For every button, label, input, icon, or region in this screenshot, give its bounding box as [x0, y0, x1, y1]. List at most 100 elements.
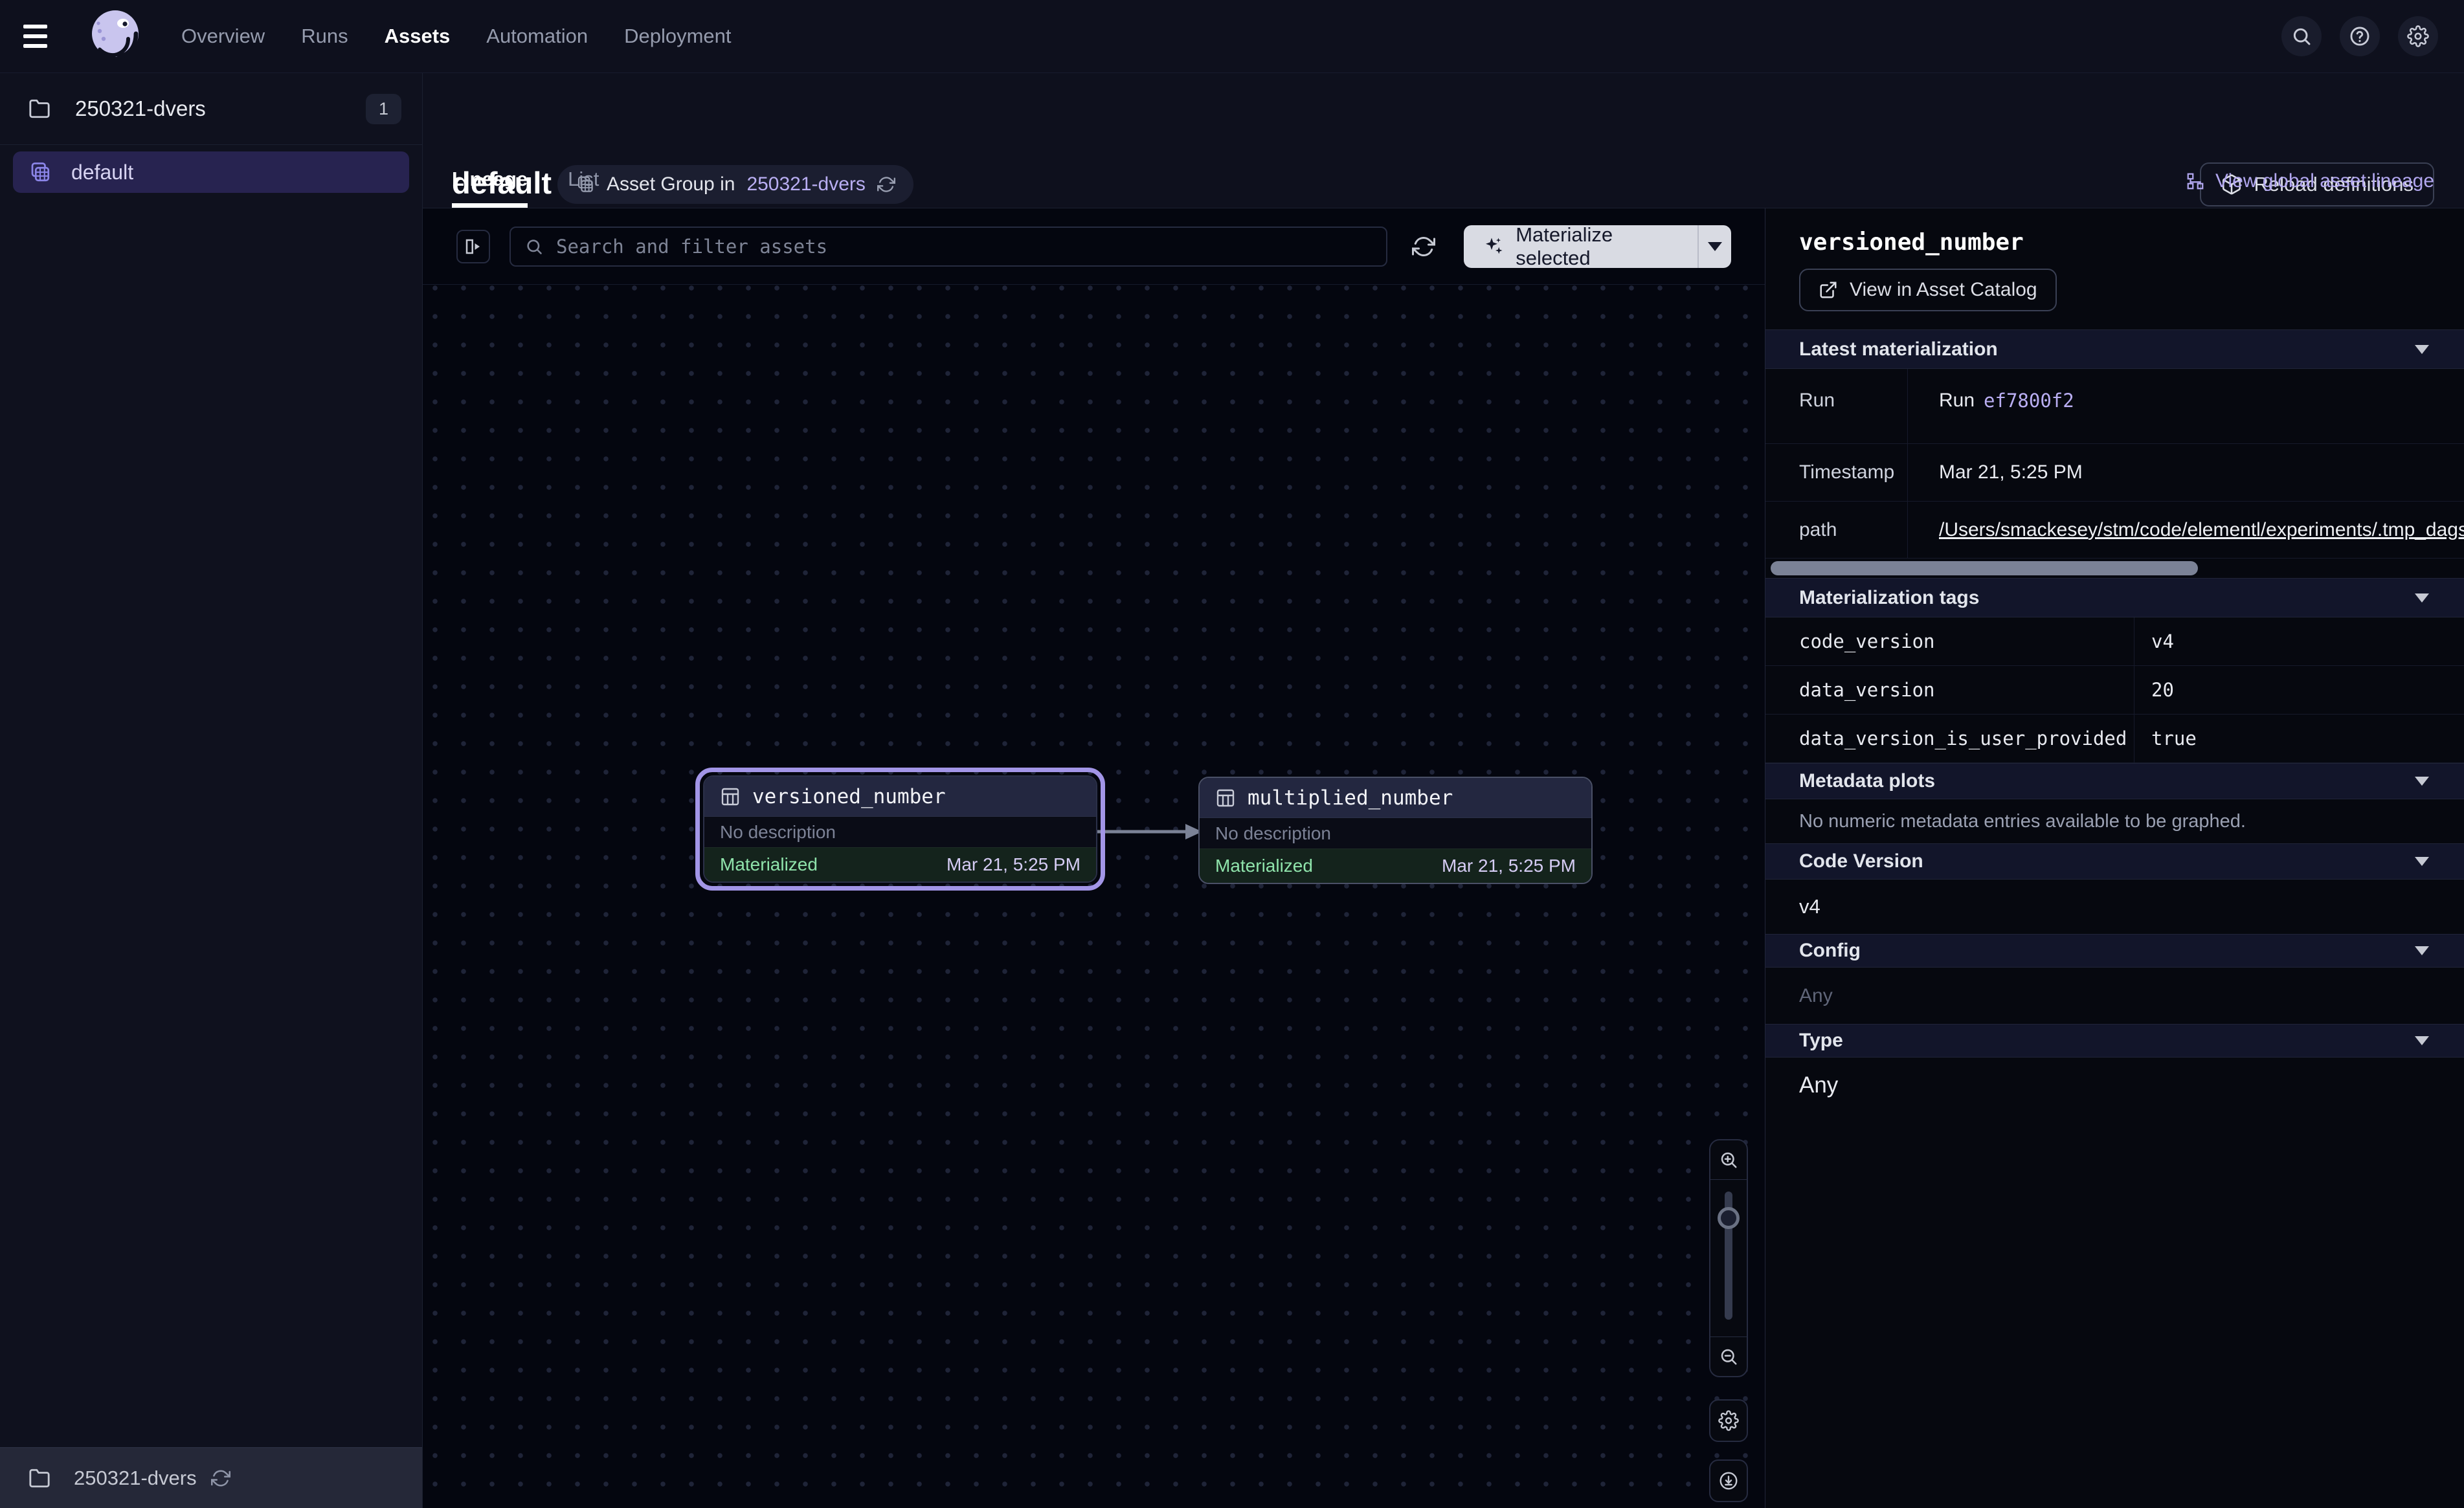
sidebar-item-default[interactable]: default [13, 151, 409, 193]
settings-button[interactable] [2398, 16, 2438, 56]
hamburger-menu-icon[interactable] [0, 0, 71, 72]
lineage-canvas[interactable]: versioned_number No description Material… [423, 285, 1765, 1508]
chevron-down-icon [2415, 857, 2429, 866]
section-heading: Type [1799, 1030, 1843, 1052]
nav-assets[interactable]: Assets [385, 25, 451, 48]
nav-overview[interactable]: Overview [181, 25, 265, 48]
zoom-in-button[interactable] [1710, 1140, 1747, 1179]
download-icon [1718, 1470, 1739, 1491]
dagster-logo [84, 5, 146, 67]
refresh-icon[interactable] [877, 175, 895, 194]
expand-panel-button[interactable] [456, 230, 490, 263]
section-config[interactable]: Config [1765, 934, 2464, 968]
node-status-row: Materialized Mar 21, 5:25 PM [704, 847, 1096, 882]
node-header: multiplied_number [1200, 778, 1591, 818]
type-value: Any [1799, 1072, 1838, 1098]
run-id-link[interactable]: ef7800f2 [1984, 390, 2074, 412]
panel-expand-icon [464, 237, 483, 256]
tab-lineage[interactable]: Lineage [452, 168, 528, 208]
materialize-selected-button[interactable]: Materialize selected [1464, 225, 1731, 268]
zoom-out-icon [1719, 1347, 1738, 1366]
help-button[interactable] [2340, 16, 2380, 56]
materialize-dropdown-button[interactable] [1699, 225, 1731, 268]
horizontal-scrollbar [1765, 559, 2464, 578]
row-label: Run [1765, 369, 1908, 443]
refresh-icon[interactable] [211, 1469, 230, 1488]
nav-deployment[interactable]: Deployment [624, 25, 731, 48]
section-heading: Config [1799, 940, 1861, 962]
tag-row: data_version 20 [1765, 666, 2464, 715]
refresh-graph-button[interactable] [1407, 230, 1440, 263]
search-button[interactable] [2281, 16, 2322, 56]
view-global-asset-lineage-link[interactable]: View global asset lineage [2186, 170, 2434, 192]
path-link[interactable]: /Users/smackesey/stm/code/elementl/exper… [1939, 519, 2464, 541]
zoom-out-button[interactable] [1710, 1337, 1747, 1376]
metadata-plots-body: No numeric metadata entries available to… [1765, 799, 2464, 843]
code-version-value: v4 [1799, 895, 1820, 918]
section-materialization-tags[interactable]: Materialization tags [1765, 578, 2464, 617]
config-value: Any [1799, 985, 1833, 1007]
top-nav: Overview Runs Assets Automation Deployme… [0, 0, 2464, 73]
nav-runs[interactable]: Runs [301, 25, 348, 48]
page-header: default Asset Group in 250321-dvers Relo… [423, 73, 2464, 208]
view-in-asset-catalog-button[interactable]: View in Asset Catalog [1799, 269, 2057, 311]
tab-list[interactable]: List [568, 168, 599, 208]
gear-icon [1718, 1410, 1739, 1431]
section-code-version[interactable]: Code Version [1765, 843, 2464, 880]
materialized-badge: Materialized [720, 854, 818, 875]
asset-search-box [510, 227, 1387, 267]
search-icon [525, 238, 543, 256]
search-input[interactable] [555, 235, 1372, 258]
section-latest-materialization[interactable]: Latest materialization [1765, 329, 2464, 369]
dagster-app: Overview Runs Assets Automation Deployme… [0, 0, 2464, 1508]
sidebar-footer-repo[interactable]: 250321-dvers [0, 1447, 422, 1508]
folder-icon [28, 1467, 50, 1489]
section-metadata-plots[interactable]: Metadata plots [1765, 763, 2464, 799]
table-row: Timestamp Mar 21, 5:25 PM [1765, 444, 2464, 502]
section-heading: Latest materialization [1799, 338, 1998, 360]
code-version-body: v4 [1765, 880, 2464, 934]
table-icon [720, 786, 741, 807]
empty-state-text: No numeric metadata entries available to… [1799, 811, 2246, 832]
chevron-down-icon [2415, 946, 2429, 955]
zoom-slider-thumb[interactable] [1718, 1207, 1740, 1229]
download-image-button[interactable] [1709, 1459, 1748, 1502]
asset-node-versioned-number[interactable]: versioned_number No description Material… [703, 775, 1097, 883]
tag-key: data_version [1765, 666, 2134, 714]
repo-count-badge: 1 [366, 94, 401, 124]
chevron-down-icon [2415, 1036, 2429, 1045]
chevron-down-icon [2415, 345, 2429, 354]
tag-row: code_version v4 [1765, 617, 2464, 666]
search-icon [2291, 26, 2312, 47]
chevron-down-icon [1708, 242, 1722, 251]
group-list: default [0, 145, 422, 1447]
asset-group-badge[interactable]: Asset Group in 250321-dvers [557, 165, 913, 204]
badge-repo-link[interactable]: 250321-dvers [746, 173, 865, 195]
refresh-icon [1412, 235, 1435, 258]
materialize-selected-label: Materialize selected [1516, 225, 1679, 268]
type-body: Any [1765, 1058, 2464, 1113]
help-icon [2349, 25, 2371, 47]
tag-value: true [2134, 715, 2464, 762]
section-type[interactable]: Type [1765, 1024, 2464, 1058]
top-nav-actions [2281, 16, 2464, 56]
node-description: No description [1200, 818, 1591, 848]
section-heading: Materialization tags [1799, 587, 1979, 609]
row-label: Timestamp [1765, 444, 1908, 501]
asset-node-multiplied-number[interactable]: multiplied_number No description Materia… [1198, 777, 1593, 884]
view-in-asset-catalog-label: View in Asset Catalog [1850, 279, 2037, 301]
zoom-slider[interactable] [1710, 1179, 1747, 1337]
zoom-controls [1709, 1139, 1748, 1377]
graph-settings-button[interactable] [1709, 1399, 1748, 1442]
primary-nav: Overview Runs Assets Automation Deployme… [181, 25, 732, 48]
repo-name: 250321-dvers [75, 96, 206, 121]
config-body: Any [1765, 968, 2464, 1024]
asset-detail-title: versioned_number [1799, 229, 2464, 256]
row-value: Run ef7800f2 [1908, 369, 2464, 443]
horizontal-scrollbar-thumb[interactable] [1771, 561, 2198, 575]
external-link-icon [1819, 280, 1838, 300]
repo-row[interactable]: 250321-dvers 1 [0, 73, 422, 145]
lineage-edge [1096, 815, 1206, 848]
selected-node-ring: versioned_number No description Material… [695, 768, 1105, 891]
nav-automation[interactable]: Automation [486, 25, 588, 48]
